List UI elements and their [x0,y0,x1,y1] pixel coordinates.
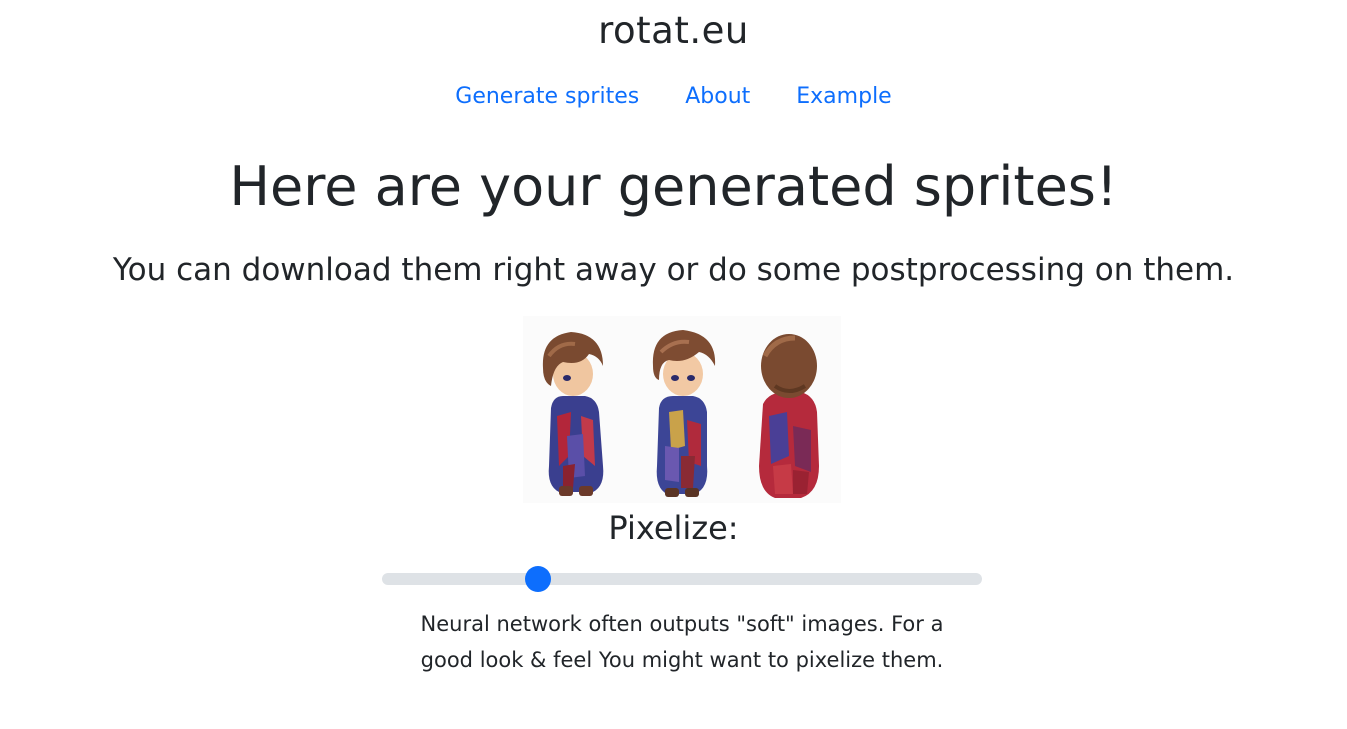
sprite-side-image [629,316,735,503]
page-subtitle: You can download them right away or do s… [112,252,1235,288]
pixelize-slider-handle[interactable] [525,566,551,592]
pixelize-slider-track[interactable] [382,573,982,585]
nav-link-about[interactable]: About [685,82,750,112]
site-brand[interactable]: rotat.eu [0,6,1347,56]
pixelize-help-text: Neural network often outputs "soft" imag… [420,612,944,672]
main-nav: Generate sprites About Example [0,82,1347,112]
pixelize-slider[interactable] [382,566,982,592]
nav-link-generate-sprites[interactable]: Generate sprites [455,82,639,112]
page-title: Here are your generated sprites! [229,155,1118,218]
sprite-back-image [735,316,841,503]
sprite-gallery [523,316,841,503]
sprite-front-image [523,316,629,503]
nav-link-example[interactable]: Example [796,82,891,112]
page: rotat.eu Generate sprites About Example … [0,0,1347,729]
pixelize-label: Pixelize: [608,509,739,547]
